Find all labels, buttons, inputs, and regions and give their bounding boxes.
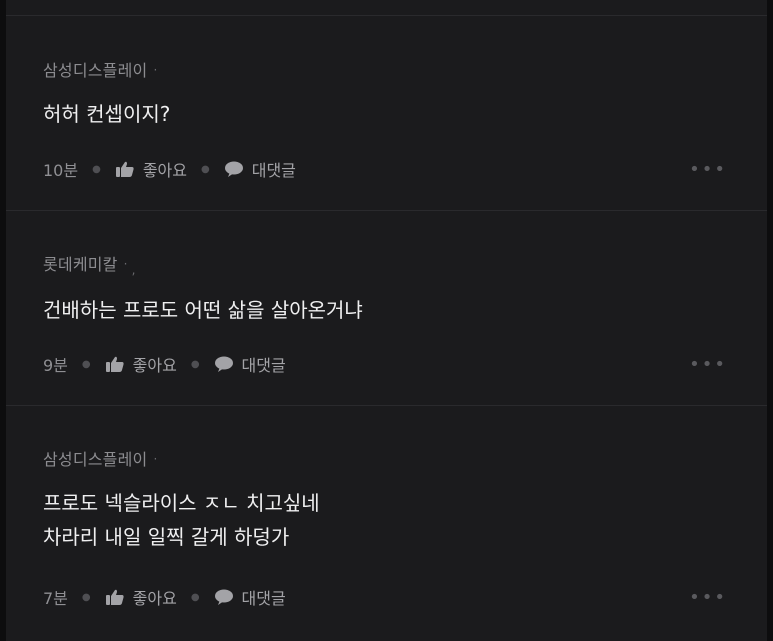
like-button[interactable]: 좋아요 xyxy=(115,157,187,181)
comment-time: 7분 xyxy=(43,589,68,608)
comment-text-line: 건배하는 프로도 어떤 삶을 살아온거냐 xyxy=(43,298,363,322)
comment-body: 허허 컨셉이지? xyxy=(43,97,170,131)
reply-button[interactable]: 대댓글 xyxy=(224,157,296,181)
comment-actions: 7분 ● 좋아요 ● 대댓글 ••• xyxy=(43,585,727,609)
meta-separator: ● xyxy=(190,358,200,370)
author-separator: · xyxy=(153,63,158,77)
comment-feed: 삼성디스플레이 · 허허 컨셉이지? 10분 ● 좋아요 ● 대댓글 ••• 롯… xyxy=(6,0,767,641)
comment-item: 롯데케미칼 ·, 건배하는 프로도 어떤 삶을 살아온거냐 9분 ● 좋아요 ● … xyxy=(6,211,767,406)
meta-separator: ● xyxy=(190,591,200,603)
like-button[interactable]: 좋아요 xyxy=(105,352,177,376)
meta-separator: ● xyxy=(81,591,91,603)
like-label: 좋아요 xyxy=(132,356,177,375)
more-dots-icon[interactable]: ••• xyxy=(689,587,727,608)
comment-author[interactable]: 삼성디스플레이 xyxy=(43,61,147,80)
comment-item: 삼성디스플레이 · 허허 컨셉이지? 10분 ● 좋아요 ● 대댓글 ••• xyxy=(6,16,767,211)
meta-separator: ● xyxy=(81,358,91,370)
like-label: 좋아요 xyxy=(132,589,177,608)
thumbs-up-icon xyxy=(105,588,125,606)
comment-author[interactable]: 삼성디스플레이 xyxy=(43,450,147,469)
meta-separator: ● xyxy=(201,163,210,175)
author-mark: , xyxy=(131,263,136,277)
thumbs-up-icon xyxy=(105,355,125,373)
thumbs-up-icon xyxy=(115,160,135,178)
reply-label: 대댓글 xyxy=(251,161,296,180)
comment-text-line: 프로도 넥슬라이스 ㅈㄴ 치고싶네 xyxy=(43,491,320,515)
like-label: 좋아요 xyxy=(142,161,187,180)
comment-time: 10분 xyxy=(43,161,79,180)
reply-button[interactable]: 대댓글 xyxy=(214,352,286,376)
comment-text-line: 차라리 내일 일찍 갈게 하덩가 xyxy=(43,525,290,549)
author-separator: · xyxy=(153,452,158,466)
reply-label: 대댓글 xyxy=(241,589,286,608)
more-dots-icon[interactable]: ••• xyxy=(689,159,727,180)
speech-bubble-icon xyxy=(214,588,234,606)
comment-author-row: 롯데케미칼 ·, xyxy=(43,251,136,277)
meta-separator: ● xyxy=(92,163,101,175)
comment-body: 건배하는 프로도 어떤 삶을 살아온거냐 xyxy=(43,293,363,327)
reply-button[interactable]: 대댓글 xyxy=(214,585,286,609)
comment-time: 9분 xyxy=(43,356,68,375)
reply-label: 대댓글 xyxy=(241,356,286,375)
speech-bubble-icon xyxy=(214,355,234,373)
comment-actions: 10분 ● 좋아요 ● 대댓글 ••• xyxy=(43,157,727,181)
comment-body: 프로도 넥슬라이스 ㅈㄴ 치고싶네 차라리 내일 일찍 갈게 하덩가 xyxy=(43,486,320,554)
like-button[interactable]: 좋아요 xyxy=(105,585,177,609)
comment-actions: 9분 ● 좋아요 ● 대댓글 ••• xyxy=(43,352,727,376)
author-separator: · xyxy=(123,257,128,271)
more-dots-icon[interactable]: ••• xyxy=(689,354,727,375)
comment-author[interactable]: 롯데케미칼 xyxy=(43,255,118,274)
comment-author-row: 삼성디스플레이 · xyxy=(43,446,157,470)
comment-item: 삼성디스플레이 · 프로도 넥슬라이스 ㅈㄴ 치고싶네 차라리 내일 일찍 갈게 … xyxy=(6,406,767,641)
comment-text-line: 허허 컨셉이지? xyxy=(43,102,171,126)
speech-bubble-icon xyxy=(224,160,244,178)
comment-author-row: 삼성디스플레이 · xyxy=(43,57,157,81)
